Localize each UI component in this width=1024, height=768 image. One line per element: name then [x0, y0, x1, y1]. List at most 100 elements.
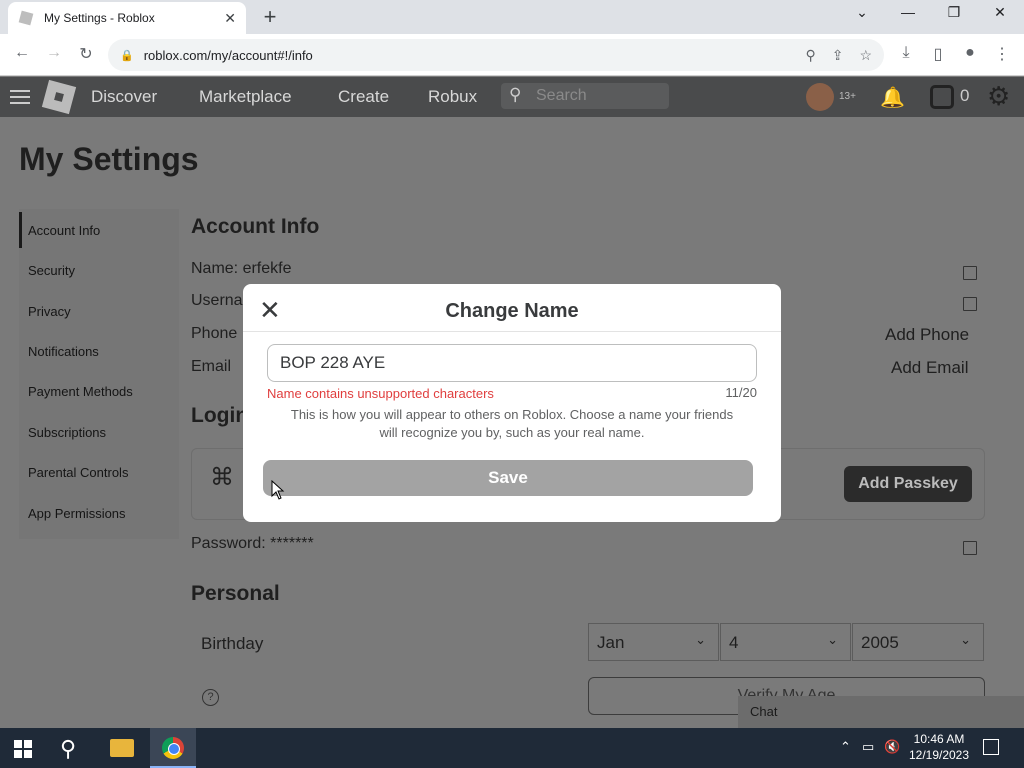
windows-taskbar: ⚲ ⌃ ▭ 🔇 10:46 AM 12/19/2023: [0, 728, 1024, 768]
nav-marketplace[interactable]: Marketplace: [199, 87, 292, 107]
search-input[interactable]: ⚲ Search: [501, 83, 669, 109]
chevron-down-icon: ⌄: [960, 632, 971, 647]
robux-icon[interactable]: [930, 85, 954, 109]
settings-sidebar: Account Info Security Privacy Notificati…: [19, 209, 179, 539]
download-icon[interactable]: ⤓: [894, 44, 918, 66]
browser-tab[interactable]: My Settings - Roblox ✕: [8, 2, 246, 34]
clock-time: 10:46 AM: [913, 732, 965, 746]
clock-date: 12/19/2023: [908, 748, 970, 762]
url-text[interactable]: roblox.com/my/account#!/info: [144, 48, 790, 63]
tray-chevron-icon[interactable]: ⌃: [840, 739, 851, 755]
chat-bar[interactable]: Chat: [738, 696, 1024, 728]
sidebar-item-security[interactable]: Security: [28, 263, 75, 278]
settings-gear-icon[interactable]: ⚙: [987, 81, 1010, 112]
phone-label: Phone: [191, 325, 238, 342]
birthday-month-value: Jan: [597, 633, 625, 652]
browser-toolbar: ← → ↻ 🔒 roblox.com/my/account#!/info ⚲ ⇪…: [0, 34, 1024, 76]
bookmark-star-icon[interactable]: ☆: [859, 47, 872, 64]
tab-search-chevron-icon[interactable]: ⌄: [848, 4, 876, 21]
help-question-icon[interactable]: ?: [202, 689, 219, 706]
nav-create[interactable]: Create: [338, 87, 389, 107]
window-close-button[interactable]: ✕: [986, 4, 1014, 21]
lock-icon[interactable]: 🔒: [120, 49, 134, 62]
back-arrow-icon[interactable]: ←: [10, 44, 34, 66]
restore-button[interactable]: ❐: [940, 4, 968, 21]
edit-password-icon[interactable]: [963, 541, 977, 555]
sidebar-item-subscriptions[interactable]: Subscriptions: [28, 425, 106, 440]
zoom-search-icon[interactable]: ⚲: [805, 47, 815, 64]
name-label: Name:: [191, 260, 239, 277]
sidebar-item-privacy[interactable]: Privacy: [28, 304, 71, 319]
nav-robux[interactable]: Robux: [428, 87, 477, 107]
search-placeholder: Search: [536, 87, 587, 104]
chrome-taskbar-button[interactable]: [150, 728, 196, 768]
forward-arrow-icon[interactable]: →: [42, 44, 66, 66]
account-info-heading: Account Info: [191, 215, 320, 238]
network-icon[interactable]: ▭: [862, 739, 874, 755]
mouse-cursor-icon: [271, 480, 285, 500]
roblox-logo-icon[interactable]: [41, 79, 77, 115]
roblox-top-nav: Discover Marketplace Create Robux ⚲ Sear…: [0, 77, 1024, 117]
character-counter: 11/20: [725, 385, 757, 400]
hamburger-menu-icon[interactable]: [10, 86, 30, 108]
birthday-label: Birthday: [201, 634, 264, 653]
notification-bell-icon[interactable]: 🔔: [880, 85, 905, 110]
share-icon[interactable]: ⇪: [832, 47, 844, 64]
username-label: Userna: [191, 292, 243, 309]
personal-heading: Personal: [191, 582, 280, 605]
add-email-link[interactable]: Add Email: [891, 358, 968, 378]
birthday-year-select[interactable]: 2005 ⌄: [852, 623, 984, 661]
display-name-input[interactable]: BOP 228 AYE: [267, 344, 757, 382]
password-row: Password: *******: [191, 535, 314, 553]
tab-title: My Settings - Roblox: [44, 11, 155, 25]
birthday-month-select[interactable]: Jan ⌄: [588, 623, 719, 661]
password-value: *******: [270, 535, 314, 552]
browser-tab-strip: My Settings - Roblox ✕ + ⌄ — ❐ ✕: [0, 0, 1024, 34]
new-tab-button[interactable]: +: [258, 4, 282, 30]
avatar[interactable]: [806, 83, 834, 111]
sidebar-item-app-permissions[interactable]: App Permissions: [28, 506, 126, 521]
nav-discover[interactable]: Discover: [91, 87, 157, 107]
profile-icon[interactable]: ●: [958, 44, 982, 66]
roblox-favicon-icon: [18, 10, 34, 26]
change-name-modal: ✕ Change Name BOP 228 AYE Name contains …: [243, 284, 781, 522]
windows-start-icon[interactable]: [14, 740, 32, 758]
chevron-down-icon: ⌄: [827, 632, 838, 647]
active-indicator: [19, 212, 22, 248]
name-error-message: Name contains unsupported characters: [267, 386, 494, 401]
reload-icon[interactable]: ↻: [74, 44, 98, 66]
chrome-menu-icon[interactable]: ⋮: [990, 44, 1014, 66]
page-title: My Settings: [19, 141, 199, 177]
sidebar-item-notifications[interactable]: Notifications: [28, 344, 99, 359]
edit-name-icon[interactable]: [963, 266, 977, 280]
search-icon: ⚲: [509, 85, 522, 104]
sidebar-item-parental-controls[interactable]: Parental Controls: [28, 465, 128, 480]
volume-muted-icon[interactable]: 🔇: [884, 739, 900, 755]
modal-divider: [243, 331, 781, 332]
login-heading: Login: [191, 404, 249, 427]
birthday-day-select[interactable]: 4 ⌄: [720, 623, 851, 661]
sidebar-item-account-info[interactable]: Account Info: [28, 223, 100, 238]
name-value: erfekfe: [242, 260, 292, 277]
age-badge: 13+: [839, 91, 856, 102]
address-bar[interactable]: 🔒 roblox.com/my/account#!/info ⚲ ⇪ ☆: [108, 39, 884, 71]
add-passkey-button[interactable]: Add Passkey: [844, 466, 972, 502]
add-phone-link[interactable]: Add Phone: [885, 325, 969, 345]
tab-close-icon[interactable]: ✕: [224, 10, 236, 27]
fingerprint-key-icon: ⌘: [210, 464, 234, 491]
minimize-button[interactable]: —: [894, 4, 922, 20]
notification-center-icon[interactable]: [983, 739, 999, 755]
save-button[interactable]: Save: [263, 460, 753, 496]
robux-count[interactable]: 0: [960, 86, 969, 106]
taskbar-search-icon[interactable]: ⚲: [60, 736, 76, 762]
side-panel-icon[interactable]: ▯: [926, 44, 950, 66]
chrome-icon: [162, 737, 184, 759]
file-explorer-icon[interactable]: [110, 739, 134, 757]
modal-title: Change Name: [445, 300, 579, 322]
edit-username-icon[interactable]: [963, 297, 977, 311]
taskbar-clock[interactable]: 10:46 AM 12/19/2023: [905, 731, 973, 763]
birthday-day-value: 4: [729, 633, 739, 652]
email-label: Email: [191, 358, 232, 375]
sidebar-item-payment-methods[interactable]: Payment Methods: [28, 384, 133, 399]
name-help-text: This is how you will appear to others on…: [290, 407, 734, 440]
